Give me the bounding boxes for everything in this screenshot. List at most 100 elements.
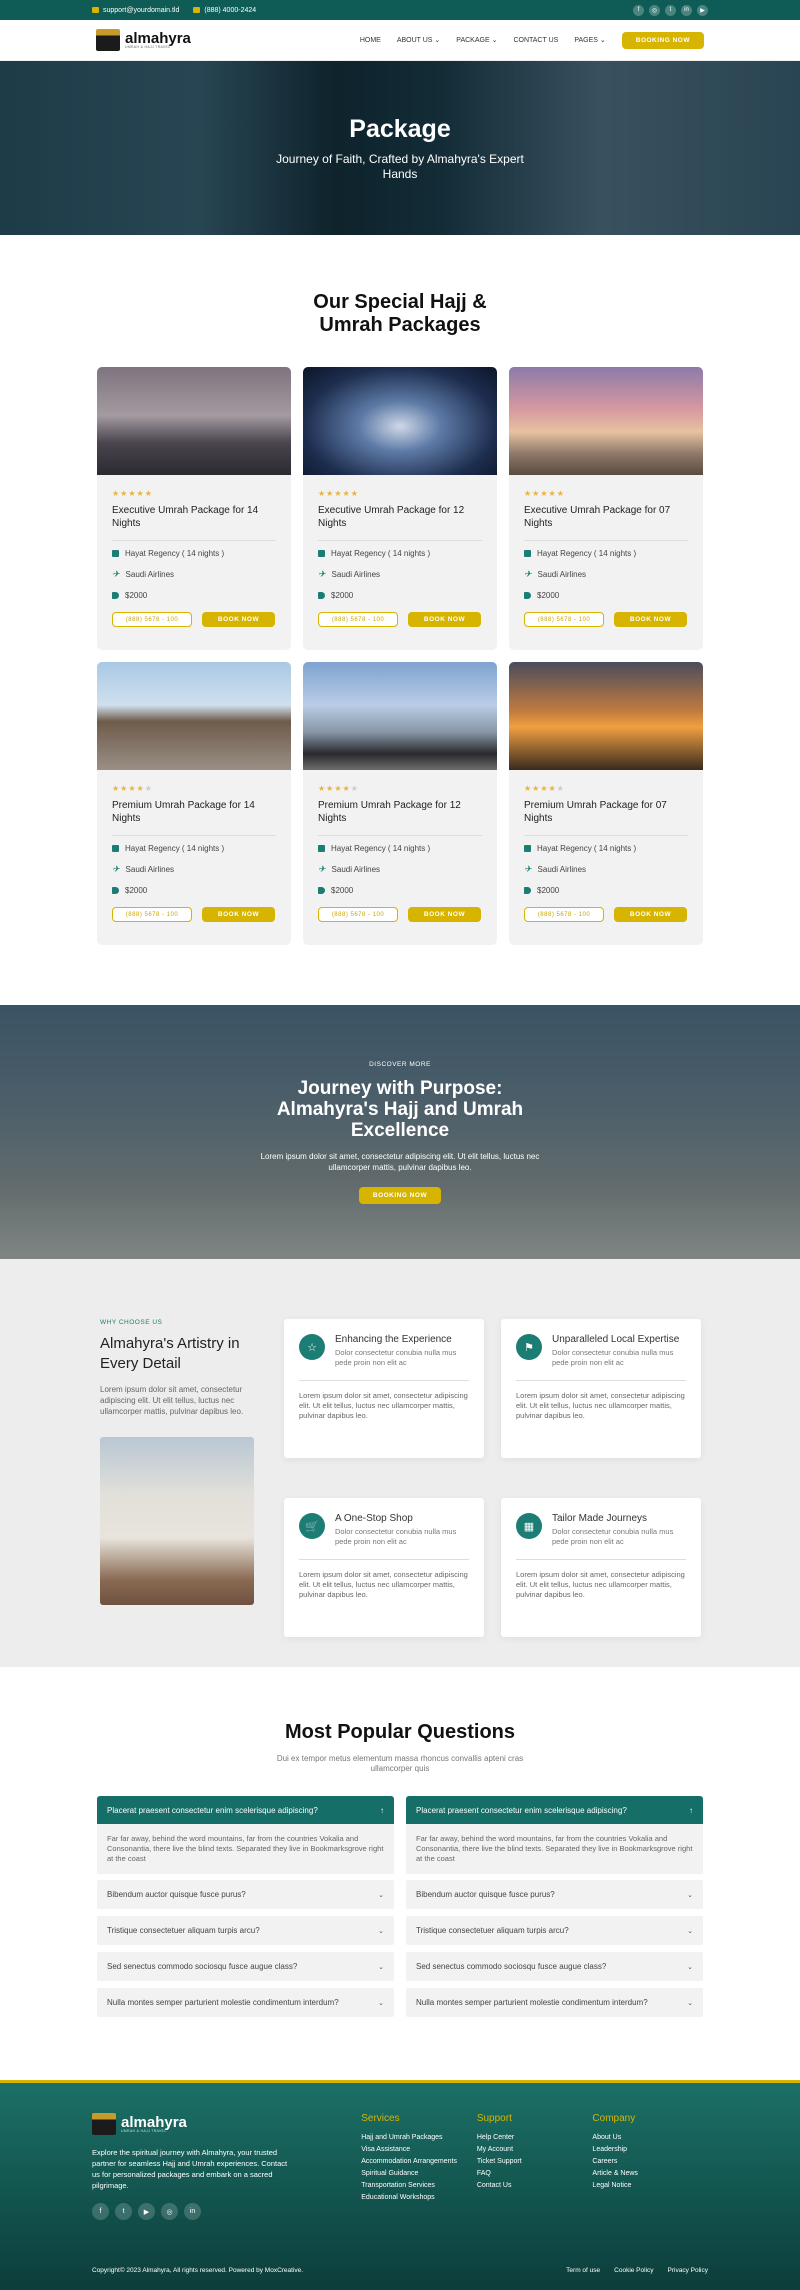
feature-subtitle: Dolor consectetur conubia nulla mus pede… <box>335 1348 457 1367</box>
footer-link[interactable]: Accommodation Arrangements <box>361 2158 477 2165</box>
package-title[interactable]: Premium Umrah Package for 14 Nights <box>112 799 276 825</box>
faq-question[interactable]: Sed senectus commodo sociosqu fusce augu… <box>97 1952 394 1981</box>
cookie-link[interactable]: Cookie Policy <box>614 2267 653 2274</box>
page-hero: Package Journey of Faith, Crafted by Alm… <box>0 61 800 235</box>
why-choose-us: WHY CHOOSE US Almahyra's Artistry in Eve… <box>0 1259 800 1667</box>
price: $2000 <box>537 591 560 600</box>
package-title[interactable]: Executive Umrah Package for 14 Nights <box>112 504 276 530</box>
price-tag-icon <box>524 887 531 894</box>
call-button[interactable]: (888) 5678 - 100 <box>524 612 604 627</box>
footer-link[interactable]: Legal Notice <box>592 2182 708 2189</box>
call-button[interactable]: (888) 5678 - 100 <box>112 612 192 627</box>
hotel-name: Hayat Regency ( 14 nights ) <box>125 844 225 853</box>
plane-icon: ✈ <box>318 864 326 874</box>
banner-booking-button[interactable]: BOOKING NOW <box>358 1186 442 1204</box>
privacy-link[interactable]: Privacy Policy <box>668 2267 708 2274</box>
divider <box>524 835 688 836</box>
package-title[interactable]: Premium Umrah Package for 12 Nights <box>318 799 482 825</box>
footer-link[interactable]: Help Center <box>477 2134 593 2141</box>
nav-package[interactable]: PACKAGE ⌄ <box>456 36 497 44</box>
phone-contact[interactable]: (888) 4000-2424 <box>193 7 256 14</box>
instagram-icon[interactable]: ◎ <box>161 2203 178 2220</box>
footer-link[interactable]: Leadership <box>592 2146 708 2153</box>
call-button[interactable]: (888) 5678 - 100 <box>524 907 604 922</box>
copyright: Copyright© 2023 Almahyra, All rights res… <box>92 2267 304 2274</box>
twitter-icon[interactable]: t <box>115 2203 132 2220</box>
email-contact[interactable]: support@yourdomain.tld <box>92 7 179 14</box>
nav-contact[interactable]: CONTACT US <box>513 37 558 44</box>
footer-link[interactable]: Hajj and Umrah Packages <box>361 2134 477 2141</box>
package-title[interactable]: Premium Umrah Package for 07 Nights <box>524 799 688 825</box>
faq-question[interactable]: Nulla montes semper parturient molestie … <box>406 1988 703 2017</box>
footer-link[interactable]: My Account <box>477 2146 593 2153</box>
youtube-icon[interactable]: ▶ <box>138 2203 155 2220</box>
airline-name: Saudi Airlines <box>537 865 587 874</box>
faq-question[interactable]: Sed senectus commodo sociosqu fusce augu… <box>406 1952 703 1981</box>
feature-title: Unparalleled Local Expertise <box>552 1334 680 1345</box>
faq-question-open[interactable]: Placerat praesent consectetur enim scele… <box>97 1796 394 1824</box>
call-button[interactable]: (888) 5678 - 100 <box>318 907 398 922</box>
faq-question[interactable]: Tristique consectetuer aliquam turpis ar… <box>97 1916 394 1945</box>
footer-link[interactable]: Ticket Support <box>477 2158 593 2165</box>
nav-about[interactable]: ABOUT US ⌄ <box>397 36 440 44</box>
booking-now-button[interactable]: BOOKING NOW <box>621 31 704 49</box>
package-card[interactable]: ★★★★★ Premium Umrah Package for 14 Night… <box>97 662 291 945</box>
feature-subtitle: Dolor consectetur conubia nulla mus pede… <box>335 1527 457 1546</box>
faq-question-open[interactable]: Placerat praesent consectetur enim scele… <box>406 1796 703 1824</box>
book-now-button[interactable]: BOOK NOW <box>408 612 481 627</box>
book-now-button[interactable]: BOOK NOW <box>408 907 481 922</box>
book-now-button[interactable]: BOOK NOW <box>614 612 687 627</box>
instagram-icon[interactable]: ◎ <box>649 4 660 16</box>
footer-link[interactable]: Educational Workshops <box>361 2194 477 2201</box>
package-card[interactable]: ★★★★★ Premium Umrah Package for 07 Night… <box>509 662 703 945</box>
nav-home[interactable]: HOME <box>360 37 381 44</box>
plane-icon: ✈ <box>318 569 326 579</box>
logo[interactable]: almahyra UMRAH & HAJJ TRAVEL <box>96 29 191 51</box>
linkedin-icon[interactable]: in <box>184 2203 201 2220</box>
hotel-name: Hayat Regency ( 14 nights ) <box>331 844 431 853</box>
book-now-button[interactable]: BOOK NOW <box>202 907 275 922</box>
plane-icon: ✈ <box>524 864 532 874</box>
facebook-icon[interactable]: f <box>92 2203 109 2220</box>
youtube-icon[interactable]: ▶ <box>697 4 708 16</box>
package-card[interactable]: ★★★★★ Executive Umrah Package for 07 Nig… <box>509 367 703 650</box>
package-card[interactable]: ★★★★★ Premium Umrah Package for 12 Night… <box>303 662 497 945</box>
facebook-icon[interactable]: f <box>633 4 644 16</box>
package-card[interactable]: ★★★★★ Executive Umrah Package for 12 Nig… <box>303 367 497 650</box>
package-card[interactable]: ★★★★★ Executive Umrah Package for 14 Nig… <box>97 367 291 650</box>
faq-question[interactable]: Nulla montes semper parturient molestie … <box>97 1988 394 2017</box>
faq-question[interactable]: Tristique consectetuer aliquam turpis ar… <box>406 1916 703 1945</box>
page-subtitle: Journey of Faith, Crafted by Almahyra's … <box>276 151 524 181</box>
faq-question[interactable]: Bibendum auctor quisque fusce purus? ⌄ <box>406 1880 703 1909</box>
hotel-icon <box>524 845 531 852</box>
feature-subtitle: Dolor consectetur conubia nulla mus pede… <box>552 1527 674 1546</box>
why-title: Almahyra's Artistry in Every Detail <box>100 1335 240 1372</box>
footer-link[interactable]: Article & News <box>592 2170 708 2177</box>
footer-logo[interactable]: almahyra UMRAH & HAJJ TRAVEL <box>92 2113 291 2135</box>
package-image <box>509 367 703 475</box>
rating-stars: ★★★★★ <box>318 489 359 498</box>
footer-link[interactable]: Visa Assistance <box>361 2146 477 2153</box>
book-now-button[interactable]: BOOK NOW <box>202 612 275 627</box>
book-now-button[interactable]: BOOK NOW <box>614 907 687 922</box>
rating-stars: ★★★★★ <box>524 489 565 498</box>
call-button[interactable]: (888) 5678 - 100 <box>318 612 398 627</box>
footer-link[interactable]: Spiritual Guidance <box>361 2170 477 2177</box>
twitter-icon[interactable]: t <box>665 4 676 16</box>
call-button[interactable]: (888) 5678 - 100 <box>112 907 192 922</box>
nav-pages[interactable]: PAGES ⌄ <box>574 36 605 44</box>
faq-question[interactable]: Bibendum auctor quisque fusce purus? ⌄ <box>97 1880 394 1909</box>
package-title[interactable]: Executive Umrah Package for 12 Nights <box>318 504 482 530</box>
terms-link[interactable]: Term of use <box>566 2267 600 2274</box>
footer-link[interactable]: Transportation Services <box>361 2182 477 2189</box>
package-title[interactable]: Executive Umrah Package for 07 Nights <box>524 504 688 530</box>
packages-section: Our Special Hajj & Umrah Packages ★★★★★ … <box>0 235 800 1005</box>
footer-link[interactable]: About Us <box>592 2134 708 2141</box>
price-tag-icon <box>318 592 325 599</box>
footer-link[interactable]: FAQ <box>477 2170 593 2177</box>
faq-section: Most Popular Questions Dui ex tempor met… <box>0 1667 800 2024</box>
footer-link[interactable]: Contact Us <box>477 2182 593 2189</box>
footer-link[interactable]: Careers <box>592 2158 708 2165</box>
mail-icon <box>92 7 99 13</box>
linkedin-icon[interactable]: in <box>681 4 692 16</box>
